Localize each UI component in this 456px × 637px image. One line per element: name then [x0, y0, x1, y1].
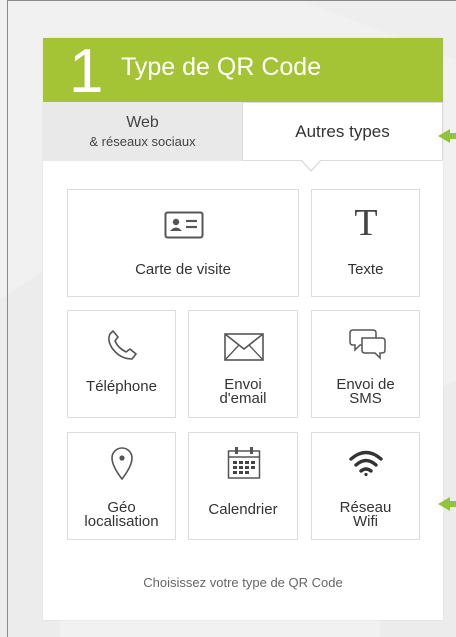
step-number: 1 — [69, 37, 104, 106]
tile-calendar-label: Calendrier — [208, 501, 278, 518]
tile-geolocation[interactable]: Géo localisation — [67, 432, 176, 540]
tile-sms-label-2: SMS — [349, 390, 382, 407]
chat-bubbles-icon — [349, 329, 386, 360]
panel-header: 1 Type de QR Code — [43, 37, 443, 106]
id-card-icon — [164, 211, 204, 239]
tile-email[interactable]: Envoi d'email — [188, 310, 298, 418]
panel-title: Type de QR Code — [121, 53, 322, 81]
calendar-icon — [227, 447, 261, 479]
tile-text[interactable]: T Texte — [311, 189, 420, 297]
qr-type-panel: 1 Type de QR Code Web & réseaux sociaux … — [43, 38, 443, 620]
tile-text-label: Texte — [347, 261, 384, 278]
tile-calendar[interactable]: Calendrier — [188, 432, 298, 540]
tab-other-types[interactable]: Autres types — [242, 102, 443, 161]
tile-email-label-2: d'email — [219, 390, 267, 407]
tile-wifi-label-2: Wifi — [353, 513, 378, 530]
tab-web-label: Web — [126, 114, 159, 131]
tile-phone[interactable]: Téléphone — [67, 310, 176, 418]
type-tabs: Web & réseaux sociaux Autres types — [43, 102, 443, 161]
svg-text:T: T — [354, 204, 377, 240]
left-arrow-icon — [438, 129, 456, 143]
map-pin-icon — [111, 447, 133, 481]
tile-geo-label-2: localisation — [84, 513, 159, 530]
tile-sms[interactable]: Envoi de SMS — [311, 310, 420, 418]
tile-phone-label: Téléphone — [86, 378, 157, 395]
tile-wifi[interactable]: Réseau Wifi — [311, 432, 420, 540]
footer-hint: Choisissez votre type de QR Code — [143, 575, 343, 590]
tile-business-card-label: Carte de visite — [135, 261, 231, 278]
tab-web-sublabel: & réseaux sociaux — [89, 134, 196, 149]
envelope-icon — [224, 333, 264, 361]
text-T-icon: T — [354, 204, 377, 240]
left-arrow-icon — [438, 497, 456, 511]
tab-web-social[interactable]: Web & réseaux sociaux — [43, 102, 242, 161]
wifi-icon — [349, 450, 383, 477]
phone-icon — [108, 330, 137, 360]
tile-business-card[interactable]: Carte de visite — [67, 189, 299, 297]
